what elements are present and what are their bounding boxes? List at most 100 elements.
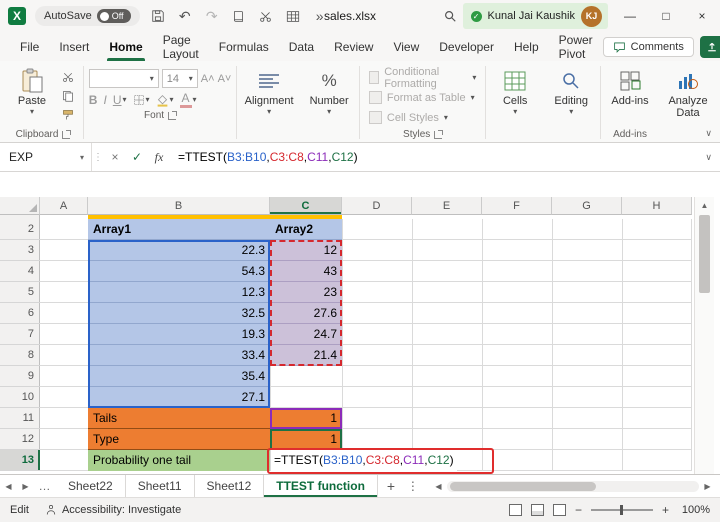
scissors-icon[interactable] xyxy=(257,6,275,26)
zoom-level[interactable]: 100% xyxy=(678,504,710,516)
cell-c11[interactable]: 1 xyxy=(270,408,342,429)
format-as-table-button[interactable]: Format as Table▾ xyxy=(365,88,481,107)
paste-dropdown-icon[interactable]: ▾ xyxy=(30,108,34,116)
zoom-slider-knob[interactable] xyxy=(620,505,623,515)
font-color-button[interactable]: A▾ xyxy=(180,92,197,108)
decrease-font-icon[interactable]: A˅ xyxy=(218,73,232,85)
cell-c4[interactable]: 43 xyxy=(270,261,342,282)
tab-insert[interactable]: Insert xyxy=(49,32,99,61)
sheet-tab-ttest-function[interactable]: TTEST function xyxy=(264,475,378,497)
select-all-corner[interactable] xyxy=(0,197,40,215)
format-painter-icon[interactable] xyxy=(58,106,78,123)
font-dialog-launcher-icon[interactable] xyxy=(168,112,176,120)
vertical-scrollbar[interactable]: ▲ xyxy=(694,197,714,474)
cell-b12[interactable]: Type xyxy=(88,429,270,450)
cell-b10[interactable]: 27.1 xyxy=(88,387,270,408)
expand-formula-bar-icon[interactable]: ∨ xyxy=(705,152,712,163)
scroll-up-icon[interactable]: ▲ xyxy=(695,197,714,213)
conditional-formatting-button[interactable]: Conditional Formatting▾ xyxy=(365,68,481,87)
enter-button[interactable]: ✓ xyxy=(126,143,148,171)
cells-area[interactable]: Array1 22.3 54.3 12.3 32.5 19.3 33.4 35.… xyxy=(40,219,692,471)
sheet-tab-sheet12[interactable]: Sheet12 xyxy=(195,475,265,497)
editing-button[interactable]: Editing ▾ xyxy=(547,64,595,116)
number-button[interactable]: % Number ▾ xyxy=(304,64,354,116)
close-button[interactable]: × xyxy=(684,0,720,32)
tab-home[interactable]: Home xyxy=(99,32,152,61)
row-header-8[interactable]: 8 xyxy=(0,345,40,366)
comments-button[interactable]: Comments xyxy=(603,37,694,57)
redo-icon[interactable]: ↷ xyxy=(203,6,221,26)
addins-button[interactable]: Add-ins xyxy=(606,64,654,107)
cell-b11[interactable]: Tails xyxy=(88,408,270,429)
column-header-a[interactable]: A xyxy=(40,197,88,215)
zoom-in-icon[interactable]: + xyxy=(662,503,669,517)
insert-function-button[interactable]: fx xyxy=(148,143,170,171)
copy-icon[interactable] xyxy=(58,87,78,104)
cell-b5[interactable]: 12.3 xyxy=(88,282,270,303)
accessibility-checker[interactable]: Accessibility: Investigate xyxy=(45,504,181,516)
tab-developer[interactable]: Developer xyxy=(429,32,504,61)
cell-c12[interactable]: 1 xyxy=(270,429,342,450)
row-header-13[interactable]: 13 xyxy=(0,450,40,471)
cell-b8[interactable]: 33.4 xyxy=(88,345,270,366)
tab-view[interactable]: View xyxy=(383,32,429,61)
formula-bar-handle-icon[interactable]: ⋮ xyxy=(92,152,104,163)
zoom-out-icon[interactable]: − xyxy=(575,503,582,517)
italic-button[interactable]: I xyxy=(103,93,106,107)
row-header-3[interactable]: 3 xyxy=(0,240,40,261)
increase-font-icon[interactable]: A˄ xyxy=(201,73,215,85)
cell-b6[interactable]: 32.5 xyxy=(88,303,270,324)
cell-c13-formula[interactable]: =TTEST(B3:B10,C3:C8,C11,C12) xyxy=(271,450,457,471)
tab-formulas[interactable]: Formulas xyxy=(209,32,279,61)
autosave-toggle[interactable]: AutoSave Off xyxy=(35,6,140,26)
avatar[interactable]: KJ xyxy=(581,6,602,27)
cell-c5[interactable]: 23 xyxy=(270,282,342,303)
row-header-4[interactable]: 4 xyxy=(0,261,40,282)
cell-b13[interactable]: Probability one tail xyxy=(88,450,270,471)
row-header-2[interactable]: 2 xyxy=(0,219,40,240)
maximize-button[interactable]: □ xyxy=(648,0,684,32)
formula-input[interactable]: =TTEST(B3:B10,C3:C8,C11,C12) xyxy=(178,150,358,164)
cells-button[interactable]: Cells ▾ xyxy=(491,64,539,116)
row-header-5[interactable]: 5 xyxy=(0,282,40,303)
row-header-7[interactable]: 7 xyxy=(0,324,40,345)
tab-review[interactable]: Review xyxy=(324,32,383,61)
clipboard-dialog-launcher-icon[interactable] xyxy=(62,131,70,139)
account-button[interactable]: ✓ Kunal Jai Kaushik KJ xyxy=(463,3,608,29)
scroll-left-icon[interactable]: ◀ xyxy=(432,482,445,491)
page-layout-view-icon[interactable] xyxy=(531,504,544,516)
tab-page-layout[interactable]: Page Layout xyxy=(153,32,209,61)
tab-file[interactable]: File xyxy=(10,32,49,61)
sheet-tab-sheet11[interactable]: Sheet11 xyxy=(126,475,195,497)
name-box-dropdown-icon[interactable]: ▾ xyxy=(80,153,91,162)
document-title[interactable]: sales.xlsx xyxy=(295,9,405,23)
cell-c7[interactable]: 24.7 xyxy=(270,324,342,345)
column-header-d[interactable]: D xyxy=(342,197,412,215)
column-header-b[interactable]: B xyxy=(88,197,270,215)
zoom-slider[interactable] xyxy=(591,509,653,511)
add-sheet-button[interactable]: + xyxy=(378,475,404,497)
font-size-select[interactable]: 14▾ xyxy=(162,69,198,88)
horizontal-scrollbar[interactable]: ◀ ▶ xyxy=(422,475,720,497)
normal-view-icon[interactable] xyxy=(509,504,522,516)
cell-b2[interactable]: Array1 xyxy=(88,219,270,240)
column-header-e[interactable]: E xyxy=(412,197,482,215)
minimize-button[interactable]: — xyxy=(612,0,648,32)
cell-b4[interactable]: 54.3 xyxy=(88,261,270,282)
sheet-nav-right-icon[interactable]: ▶ xyxy=(17,475,34,497)
horizontal-scroll-thumb[interactable] xyxy=(450,482,596,491)
borders-button[interactable]: ▾ xyxy=(133,94,150,106)
sheet-nav-left-icon[interactable]: ◀ xyxy=(0,475,17,497)
cut-icon[interactable] xyxy=(58,68,78,85)
underline-dropdown-icon[interactable]: ▾ xyxy=(122,96,126,104)
cell-b9[interactable]: 35.4 xyxy=(88,366,270,387)
cell-c3[interactable]: 12 xyxy=(270,240,342,261)
alignment-button[interactable]: Alignment ▾ xyxy=(242,64,296,116)
row-header-9[interactable]: 9 xyxy=(0,366,40,387)
cell-b7[interactable]: 19.3 xyxy=(88,324,270,345)
font-name-select[interactable]: ▾ xyxy=(89,69,159,88)
row-header-10[interactable]: 10 xyxy=(0,387,40,408)
share-button[interactable] xyxy=(700,36,720,58)
bold-button[interactable]: B xyxy=(89,93,98,107)
fill-color-button[interactable]: ▾ xyxy=(156,94,174,107)
